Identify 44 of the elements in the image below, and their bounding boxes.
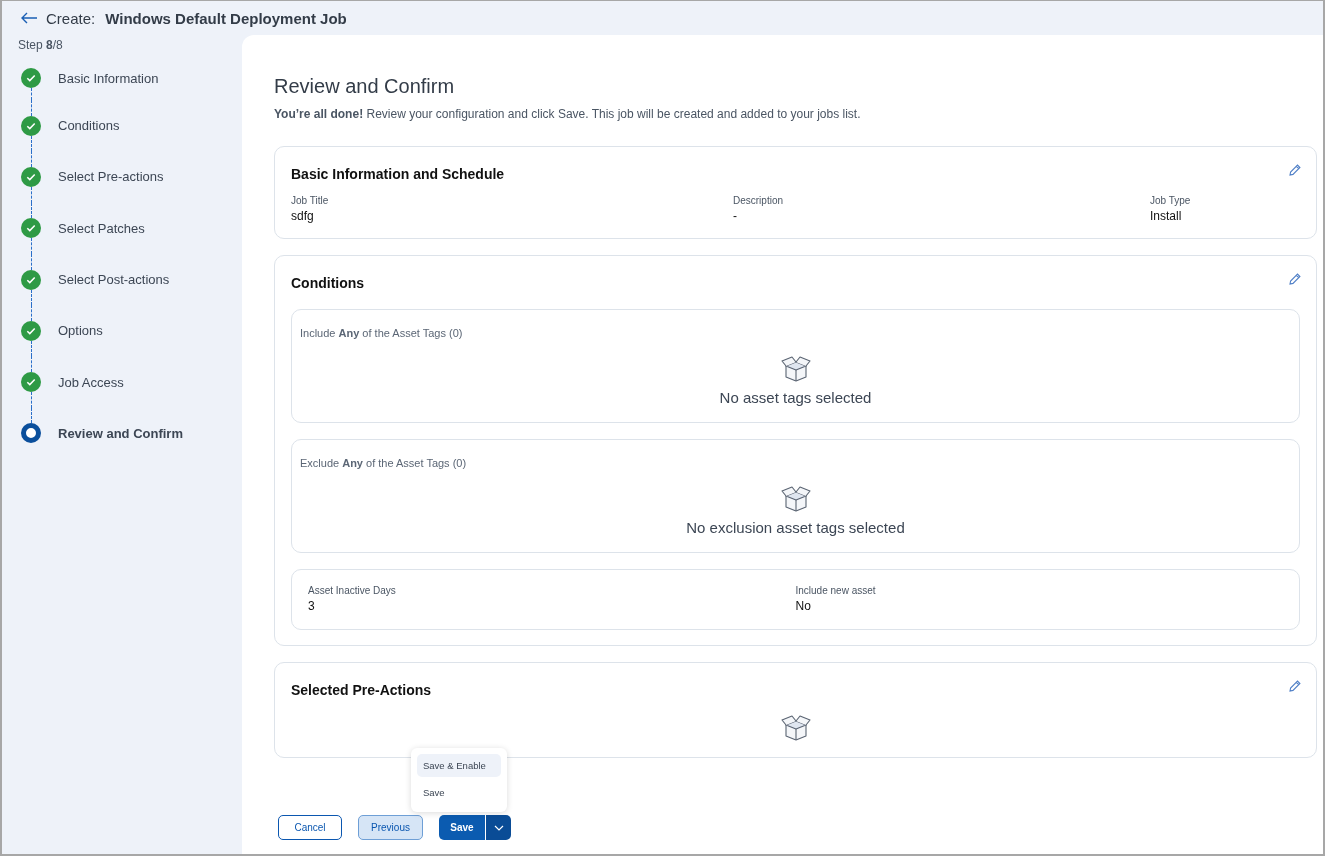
pencil-icon[interactable]	[1288, 163, 1302, 177]
step-label[interactable]: Review and Confirm	[58, 425, 183, 441]
section-heading: Review and Confirm	[274, 75, 456, 98]
tag-group-label: Exclude Any of the Asset Tags (0)	[300, 457, 467, 469]
back-arrow-icon[interactable]	[20, 12, 38, 24]
open-box-icon	[779, 355, 812, 383]
page-title: Windows Default Deployment Job	[105, 9, 347, 27]
pencil-icon[interactable]	[1288, 679, 1302, 693]
menu-item[interactable]: Save & Enable	[417, 754, 501, 777]
field-label: Description	[733, 195, 785, 206]
field-value: Install	[1150, 209, 1183, 223]
field-label: Asset Inactive Days	[308, 585, 397, 596]
field-value: No	[795, 599, 812, 613]
step-label[interactable]: Select Post-actions	[58, 272, 170, 288]
step-label[interactable]: Options	[58, 323, 103, 339]
save-options-button[interactable]	[485, 815, 511, 840]
step-label[interactable]: Select Pre-actions	[58, 169, 164, 185]
field-label: Job Title	[291, 195, 330, 206]
pencil-icon[interactable]	[1288, 272, 1302, 286]
step-label[interactable]: Select Patches	[58, 220, 145, 236]
empty-message: No exclusion asset tags selected	[686, 519, 905, 536]
field-value: sdfg	[291, 209, 315, 223]
open-box-icon	[779, 485, 812, 513]
field-value: 3	[308, 599, 316, 613]
step-label[interactable]: Conditions	[58, 118, 120, 134]
intro-text: You’re all done! Review your configuration and click Save. This job will be created and added to your jobs list.	[274, 107, 862, 121]
card-title: Selected Pre-Actions	[291, 682, 432, 698]
field-value: -	[733, 209, 738, 223]
menu-item[interactable]: Save	[417, 781, 501, 804]
field-label: Include new asset	[795, 585, 877, 596]
cancel-button[interactable]: Cancel	[278, 815, 342, 840]
card-title: Conditions	[291, 275, 365, 291]
tag-group-label: Include Any of the Asset Tags (0)	[300, 327, 463, 339]
open-box-icon	[779, 714, 812, 742]
step-label[interactable]: Job Access	[58, 374, 124, 390]
page-title-prefix: Create:	[46, 9, 96, 27]
save-button[interactable]: Save	[439, 815, 485, 840]
step-label[interactable]: Basic Information	[58, 70, 159, 86]
step-counter: Step 8/8	[18, 38, 63, 52]
empty-message: No asset tags selected	[719, 389, 872, 406]
field-label: Job Type	[1150, 195, 1192, 206]
caret-icon	[493, 824, 504, 831]
previous-button[interactable]: Previous	[358, 815, 423, 840]
card-title: Basic Information and Schedule	[291, 166, 505, 182]
